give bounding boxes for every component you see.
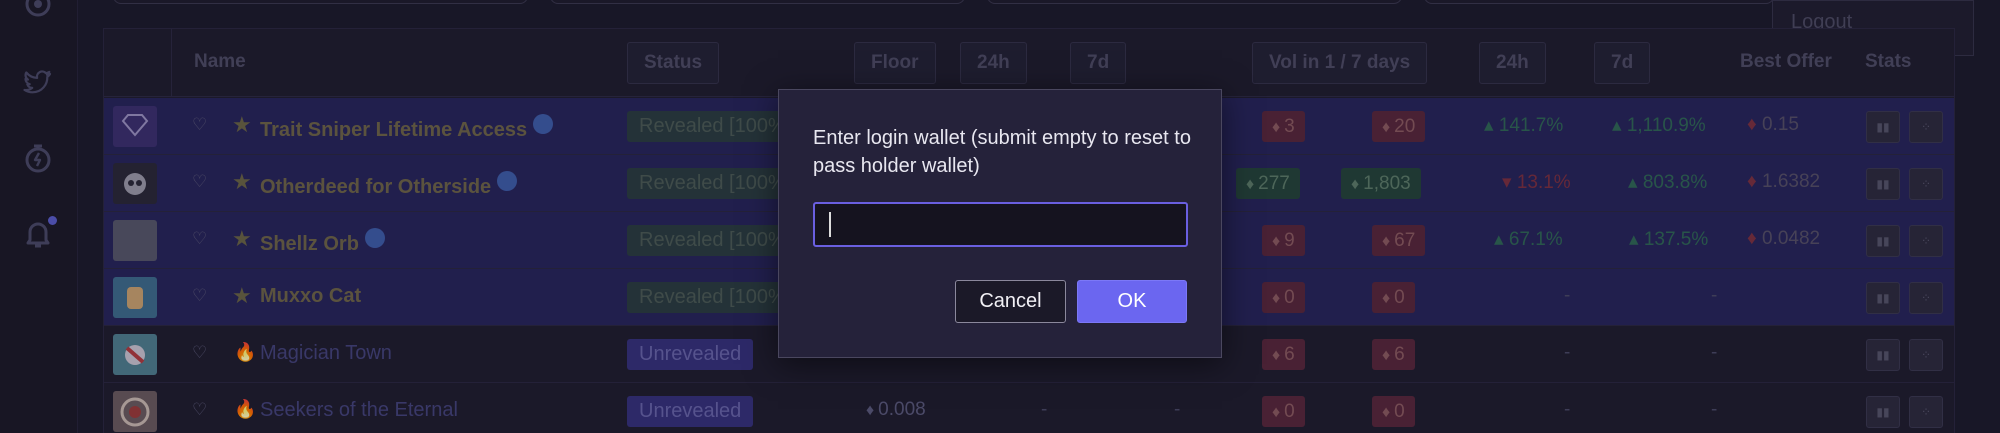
wallet-input[interactable]	[813, 202, 1188, 247]
login-wallet-dialog: Enter login wallet (submit empty to rese…	[778, 89, 1222, 358]
dialog-message: Enter login wallet (submit empty to rese…	[813, 127, 1191, 177]
cancel-button[interactable]: Cancel	[955, 280, 1066, 323]
app-page: Logout Name Status Floor 24h 7d Vol in 1…	[0, 0, 2000, 433]
ok-button[interactable]: OK	[1077, 280, 1187, 323]
text-caret	[829, 212, 831, 237]
